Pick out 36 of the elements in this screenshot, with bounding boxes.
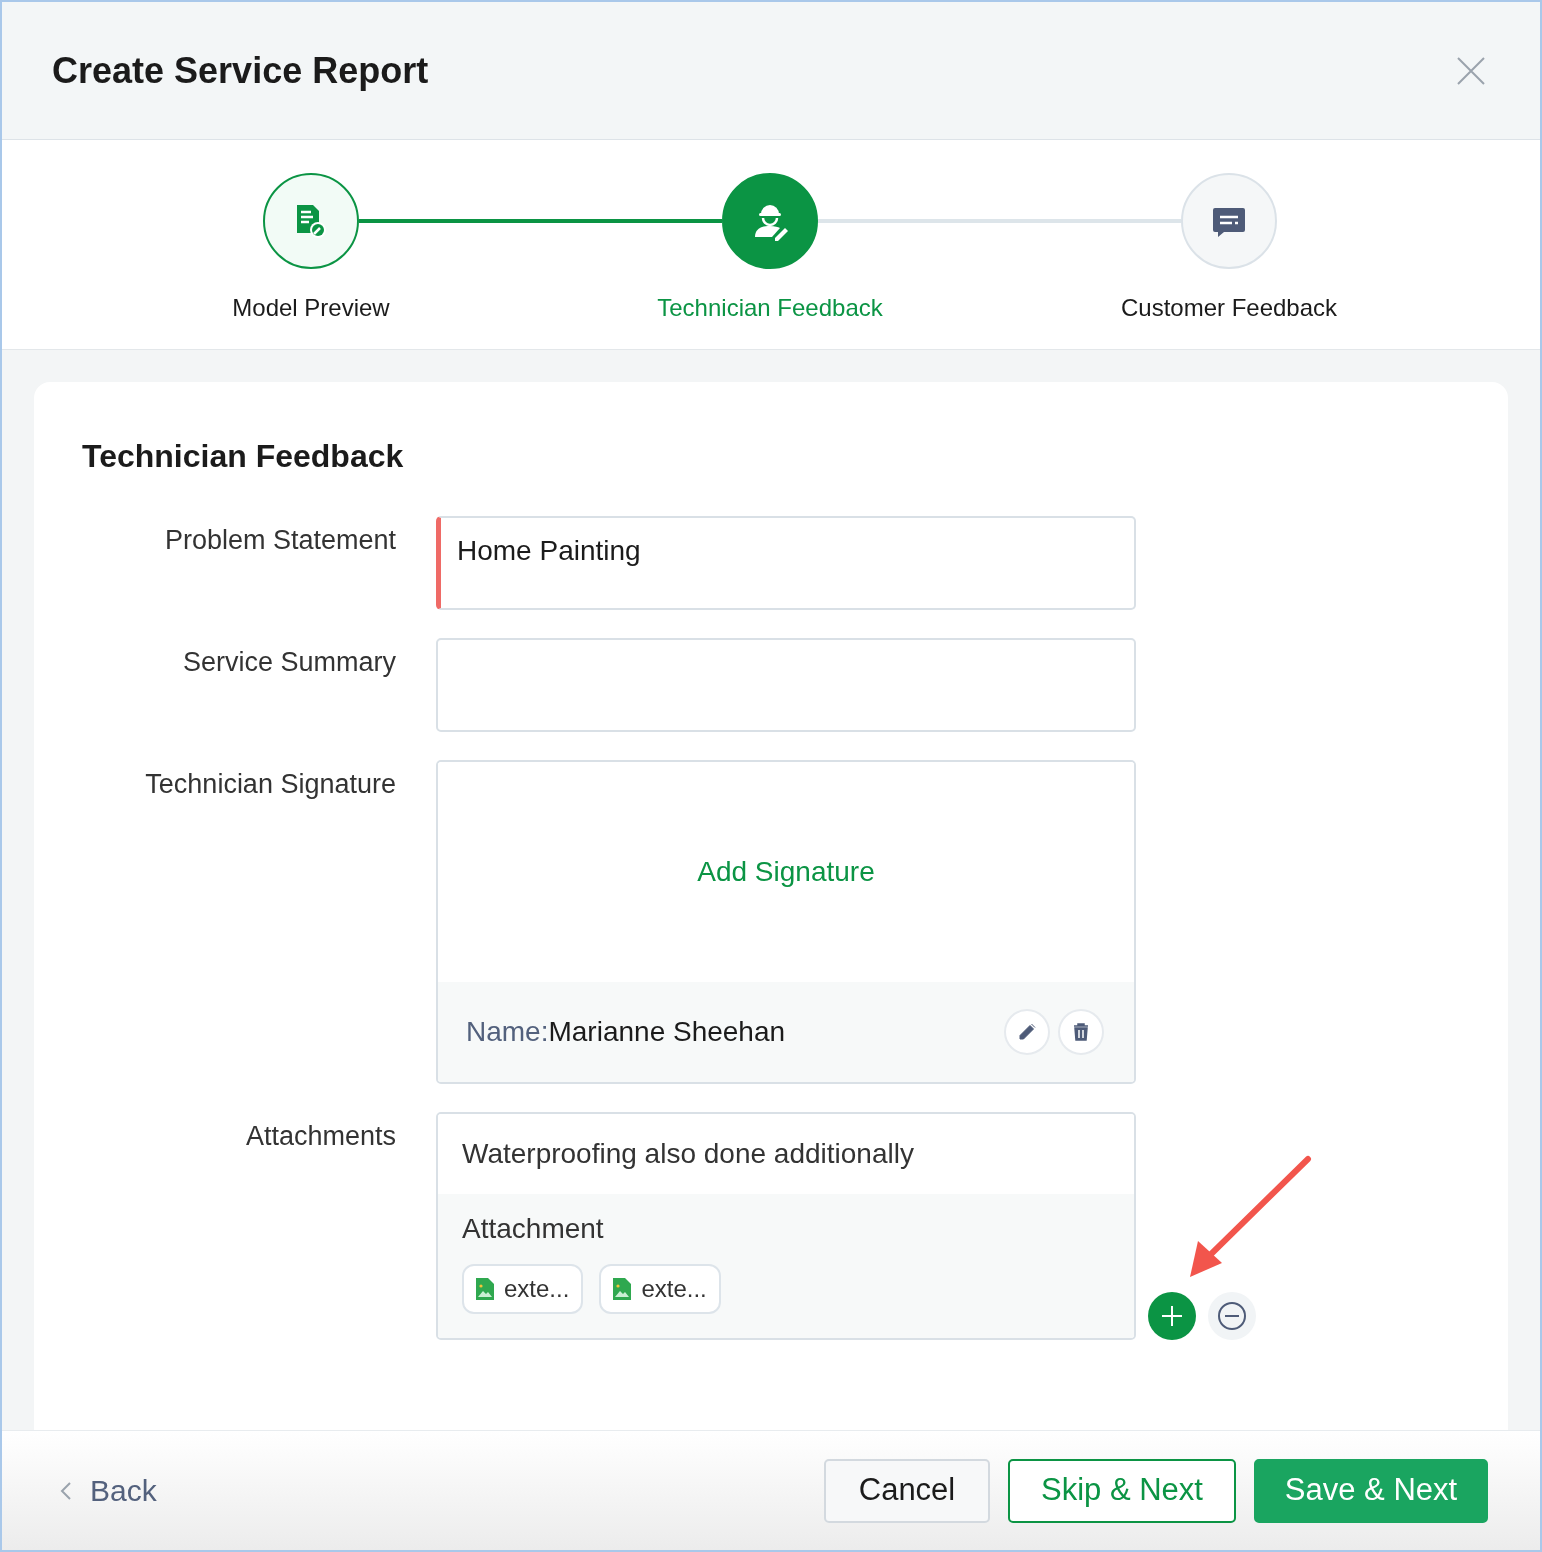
back-button[interactable]: Back bbox=[60, 1468, 157, 1513]
cancel-button[interactable]: Cancel bbox=[824, 1458, 990, 1523]
edit-button[interactable] bbox=[1004, 1009, 1050, 1055]
text-field[interactable]: Home Painting bbox=[436, 516, 1136, 610]
text-field[interactable] bbox=[436, 638, 1136, 732]
delete-button[interactable] bbox=[1058, 1009, 1104, 1055]
back-label: Back bbox=[90, 1473, 157, 1509]
step-label: Customer Feedback bbox=[1120, 293, 1338, 323]
file-name: exte... bbox=[504, 1274, 570, 1304]
name-label: Name: bbox=[466, 1015, 549, 1049]
signer-name: Marianne Sheehan bbox=[548, 1015, 787, 1049]
remove-button[interactable] bbox=[1208, 1292, 1256, 1340]
plus-icon bbox=[1160, 1304, 1184, 1328]
minus-circle-icon bbox=[1217, 1301, 1247, 1331]
attachment-chip[interactable]: exte... bbox=[462, 1264, 584, 1314]
step-label: Technician Feedback bbox=[657, 293, 883, 323]
window-title: Create Service Report bbox=[52, 48, 429, 93]
skip-next-button[interactable]: Skip & Next bbox=[1008, 1458, 1236, 1523]
add-button[interactable] bbox=[1148, 1292, 1196, 1340]
image-file-icon bbox=[613, 1278, 632, 1300]
attachment-note: Waterproofing also done additionally bbox=[462, 1137, 914, 1171]
field-label: Attachments bbox=[244, 1120, 397, 1153]
attachment-chip[interactable]: exte... bbox=[599, 1264, 721, 1314]
trash-icon bbox=[1071, 1022, 1091, 1042]
attachment-heading: Attachment bbox=[462, 1212, 605, 1246]
step-label: Model Preview bbox=[232, 293, 390, 323]
file-name: exte... bbox=[641, 1274, 707, 1304]
field-label: Service Summary bbox=[181, 646, 397, 679]
add-signature-link[interactable]: Add Signature bbox=[697, 851, 875, 893]
image-file-icon bbox=[476, 1278, 494, 1300]
pencil-icon bbox=[1017, 1022, 1037, 1042]
field-label: Technician Signature bbox=[144, 768, 397, 801]
field-label: Problem Statement bbox=[163, 524, 397, 557]
save-next-button[interactable]: Save & Next bbox=[1254, 1458, 1488, 1523]
section-title: Technician Feedback bbox=[82, 437, 405, 476]
chevron-left-icon bbox=[60, 1480, 72, 1501]
